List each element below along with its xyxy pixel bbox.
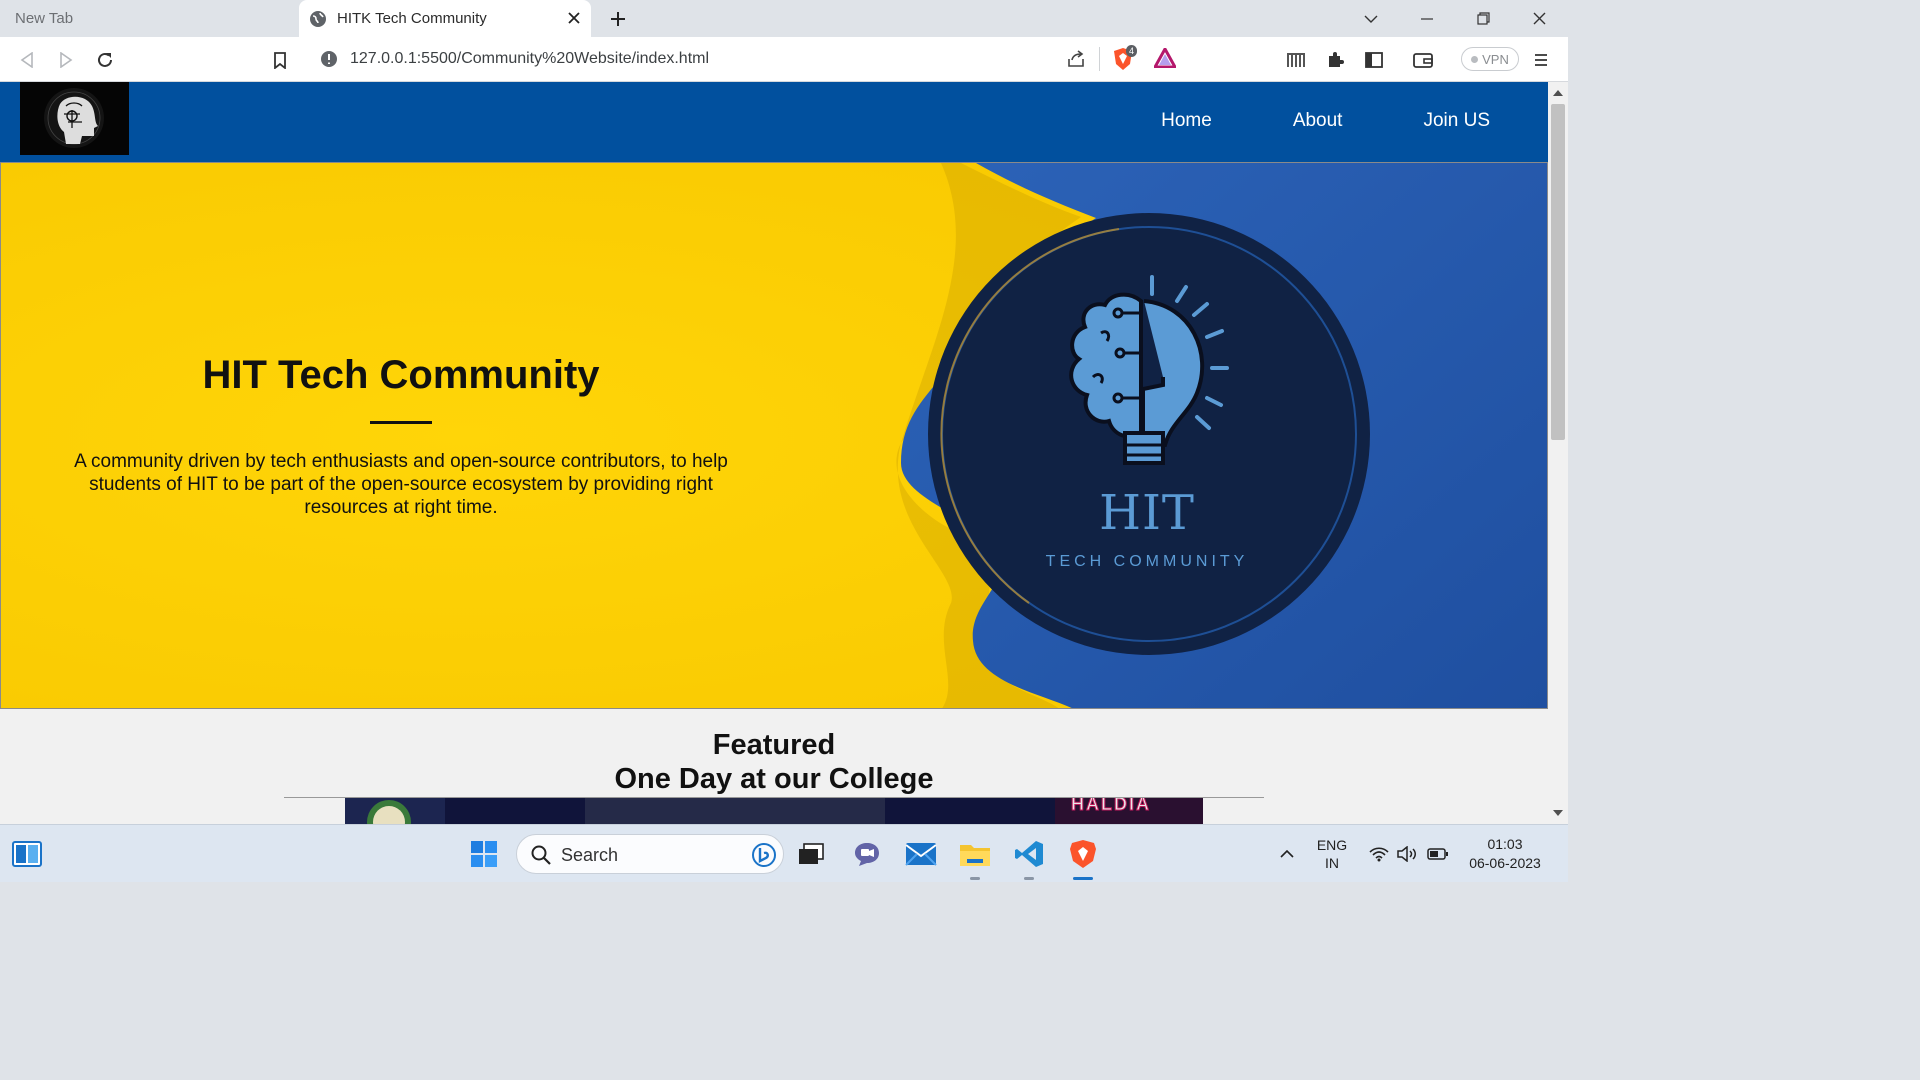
scroll-up-icon[interactable] xyxy=(1552,88,1564,98)
nav-join-us-link[interactable]: Join US xyxy=(1423,110,1490,132)
nav-about-link[interactable]: About xyxy=(1293,110,1343,132)
hero-background-art xyxy=(1,163,1547,708)
start-icon[interactable] xyxy=(467,837,501,871)
input-language[interactable]: ENG IN xyxy=(1312,836,1352,872)
bookmark-icon[interactable] xyxy=(267,47,293,73)
volume-icon[interactable] xyxy=(1391,837,1425,871)
system-clock[interactable]: 01:03 06-06-2023 xyxy=(1455,835,1555,873)
bing-icon[interactable] xyxy=(751,842,777,868)
brave-rewards-icon[interactable] xyxy=(1154,48,1176,68)
taskbar: Search ENG IN 01:03 06-06-2023 xyxy=(0,824,1568,882)
clock-date: 06-06-2023 xyxy=(1469,855,1541,871)
vpn-button[interactable]: VPN xyxy=(1461,47,1519,71)
sidebar-icon[interactable] xyxy=(1361,47,1387,73)
url-text[interactable]: 127.0.0.1:5500/Community%20Website/index… xyxy=(350,50,709,68)
active-indicator xyxy=(1073,877,1093,880)
back-icon[interactable] xyxy=(14,47,40,73)
search-label: Search xyxy=(561,845,619,865)
badge-title: HIT xyxy=(1099,485,1195,541)
nav-links: Home About Join US xyxy=(1080,110,1490,132)
shield-count-badge: 4 xyxy=(1126,45,1138,57)
featured-image-text: HALDIA xyxy=(1071,798,1151,815)
vscode-icon[interactable] xyxy=(1012,837,1046,871)
brave-shields-icon[interactable]: 4 xyxy=(1112,45,1138,71)
battery-icon[interactable] xyxy=(1421,837,1455,871)
info-icon[interactable] xyxy=(320,50,338,68)
hero-description: A community driven by tech enthusiasts a… xyxy=(74,451,728,518)
forward-icon[interactable] xyxy=(53,47,79,73)
hero-divider xyxy=(370,421,432,424)
scroll-down-icon[interactable] xyxy=(1552,808,1564,818)
teams-chat-icon[interactable] xyxy=(850,837,884,871)
tab-hitk-tech-community[interactable]: HITK Tech Community xyxy=(299,0,591,37)
search-icon xyxy=(531,845,551,865)
file-explorer-icon[interactable] xyxy=(958,837,992,871)
tab-search-chevron-icon[interactable] xyxy=(1347,0,1395,37)
close-tab-icon[interactable] xyxy=(565,9,583,27)
widgets-icon[interactable] xyxy=(10,837,44,871)
restore-icon[interactable] xyxy=(1459,0,1507,37)
mail-icon[interactable] xyxy=(904,837,938,871)
browser-toolbar: 127.0.0.1:5500/Community%20Website/index… xyxy=(0,37,1568,82)
close-window-icon[interactable] xyxy=(1515,0,1563,37)
tab-new-tab[interactable]: New Tab xyxy=(0,0,297,37)
divider xyxy=(1099,47,1100,71)
extensions-puzzle-icon[interactable] xyxy=(1322,47,1348,73)
taskbar-search[interactable]: Search xyxy=(516,834,784,874)
hero-section: HIT TECH COMMUNITY HIT Tech Community A … xyxy=(0,162,1548,709)
menu-icon[interactable] xyxy=(1528,47,1554,73)
featured-heading-block: Featured One Day at our College xyxy=(0,728,1548,796)
clock-time: 01:03 xyxy=(1487,836,1523,852)
task-view-icon[interactable] xyxy=(794,837,828,871)
leo-icon[interactable] xyxy=(1283,47,1309,73)
tab-label: HITK Tech Community xyxy=(337,10,487,27)
wallet-icon[interactable] xyxy=(1410,47,1436,73)
globe-icon xyxy=(310,10,326,27)
featured-video-thumbnail[interactable]: HALDIA xyxy=(345,798,1203,824)
address-bar[interactable]: 127.0.0.1:5500/Community%20Website/index… xyxy=(308,42,1188,76)
site-navbar: Home About Join US xyxy=(0,82,1548,162)
brain-head-logo-icon xyxy=(44,88,104,148)
page-viewport: Home About Join US HIT TECH COMMUNITY HI… xyxy=(0,82,1548,824)
vpn-status-dot xyxy=(1471,55,1479,63)
new-tab-button[interactable] xyxy=(606,7,630,31)
hero-title: HIT Tech Community xyxy=(202,353,600,397)
featured-subheading: One Day at our College xyxy=(614,763,934,795)
tab-strip: New Tab HITK Tech Community xyxy=(0,0,1568,37)
running-indicator xyxy=(970,877,980,880)
page-scrollbar[interactable] xyxy=(1548,82,1568,824)
running-indicator xyxy=(1024,877,1034,880)
scrollbar-thumb[interactable] xyxy=(1551,104,1565,440)
tab-label: New Tab xyxy=(15,10,74,27)
site-logo[interactable] xyxy=(20,82,129,155)
share-icon[interactable] xyxy=(1066,50,1086,68)
minimize-icon[interactable] xyxy=(1403,0,1451,37)
reload-icon[interactable] xyxy=(92,47,118,73)
show-hidden-icons-chevron-icon[interactable] xyxy=(1270,837,1304,871)
badge-subtitle: TECH COMMUNITY xyxy=(1045,553,1249,570)
nav-home-link[interactable]: Home xyxy=(1161,110,1212,132)
brave-browser-icon[interactable] xyxy=(1066,837,1100,871)
featured-heading: Featured xyxy=(712,729,836,761)
